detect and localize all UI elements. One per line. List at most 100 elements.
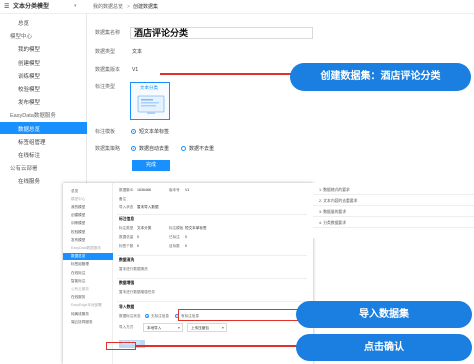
help-list-item[interactable]: 4. 分类数据要求 <box>313 218 474 228</box>
overlay-sidebar-item[interactable]: 我的模型 <box>63 203 113 210</box>
sidebar-item-label: 总览 <box>18 21 30 27</box>
help-list-item-label: 4. 分类数据要求 <box>319 221 347 225</box>
annotation-type-label: 标注类型 <box>95 84 116 90</box>
overlay-sidebar-item[interactable]: 在线服务 <box>63 294 113 301</box>
sidebar-item[interactable]: 训练模型 <box>0 69 87 81</box>
overlay-sidebar-item-label: 总览 <box>71 188 79 193</box>
callout-import-banner: 导入数据集 <box>296 301 472 328</box>
overlay-sidebar-item-label: EasyEdge本地部署 <box>71 303 102 308</box>
ann-type-label: 标注类型 <box>119 226 134 230</box>
sidebar-item-label: 数据总览 <box>18 126 41 133</box>
dataset-version-label: 数据集版本 <box>95 67 121 73</box>
import-highlight-box <box>178 309 298 321</box>
sidebar-item[interactable]: 标签组管理 <box>0 135 87 147</box>
annotation-mode-label: 数据标注状态 <box>119 314 141 318</box>
overlay-sidebar: 总览 模型中心 我的模型 创建模型 训练模型 校验模型 发布模型 EasyData数据服务 数据… <box>63 183 113 364</box>
sidebar-item[interactable]: 数据总览 <box>0 121 87 134</box>
dataset-version-value: V1 <box>132 67 139 73</box>
data-clean-title: 数据清洗 <box>119 258 135 262</box>
help-list-item[interactable]: 2. 文本内容的去重要求 <box>313 196 474 206</box>
dataset-name-label: 数据集名称 <box>95 30 121 36</box>
overlay-sidebar-item[interactable]: 校验模型 <box>63 228 113 235</box>
tags-label: 标签个数 <box>119 244 134 248</box>
overlay-sidebar-item[interactable]: 端云协同服务 <box>63 318 113 325</box>
overlay-sidebar-item[interactable]: 发布模型 <box>63 236 113 243</box>
tags-value: 0 <box>137 244 139 248</box>
overlay-sidebar-item[interactable]: 数据总览 <box>63 252 113 260</box>
overlay-sidebar-item[interactable]: 在线标注 <box>63 269 113 276</box>
overlay-sidebar-item-label: EasyData数据服务 <box>71 245 101 250</box>
overlay-sidebar-item-label: 端云协同服务 <box>71 319 93 324</box>
overlay-sidebar-item[interactable]: 纯离线服务 <box>63 310 113 317</box>
overlay-sidebar-item-label: 发布模型 <box>71 237 86 242</box>
overlay-sidebar-item-label: 数据总览 <box>71 254 86 259</box>
sidebar-item-label: 创建模型 <box>18 60 41 67</box>
annotation-template-label: 标注模板 <box>95 129 116 135</box>
callout-create-banner: 创建数据集：酒店评论分类 <box>290 63 471 91</box>
overlay-sidebar-item[interactable]: 总览 <box>63 187 113 194</box>
dataset-id-label: 数据集ID <box>119 188 134 192</box>
dedupe-off-radio[interactable] <box>181 146 186 151</box>
breadcrumb: 我的数据总览 > 创建数据集 <box>87 0 474 14</box>
ann-template-label: 标注模板 <box>169 226 184 230</box>
overlay-sidebar-item-label: 标签组管理 <box>71 262 89 267</box>
import-data-title: 导入数据 <box>119 305 135 309</box>
annotation-info-title: 标注信息 <box>119 217 135 221</box>
sidebar-item: EasyData数据服务 <box>0 108 87 120</box>
callout-confirm-banner: 点击确认 <box>296 334 472 361</box>
import-method-select[interactable]: 本地导入 ▾ <box>143 323 183 332</box>
breadcrumb-parent[interactable]: 我的数据总览 <box>93 5 123 10</box>
app-title: 文本分类模型 <box>13 4 50 10</box>
sidebar-item[interactable]: 发布模型 <box>0 95 87 107</box>
overlay-sidebar-item-label: 校验模型 <box>71 229 86 234</box>
unlabeled-radio[interactable] <box>145 314 149 318</box>
confirm-highlight-box <box>106 342 136 350</box>
callout-confirm-pointer <box>136 345 298 347</box>
dedupe-on-radio[interactable] <box>131 146 136 151</box>
dataset-name-input[interactable]: 酒店评论分类 <box>130 27 313 39</box>
overlay-sidebar-item[interactable]: 标签组管理 <box>63 261 113 268</box>
data-type-label: 数据类型 <box>95 49 116 55</box>
template-radio[interactable] <box>131 129 136 134</box>
sidebar-item: 公有云部署 <box>0 161 87 173</box>
chevron-down-icon[interactable]: ▾ <box>74 4 77 9</box>
upload-type-value: 上传压缩包 <box>191 325 209 330</box>
overlay-sidebar-item: 公有云服务 <box>63 285 113 292</box>
overlay-sidebar-item-label: 在线标注 <box>71 270 86 275</box>
divider <box>117 255 307 256</box>
divider <box>117 214 307 215</box>
submit-button[interactable]: 完成 <box>132 160 170 171</box>
menu-icon[interactable]: ☰ <box>4 4 9 10</box>
import-status-label: 导入状态 <box>119 205 134 209</box>
help-list-item-label: 2. 文本内容的去重要求 <box>319 199 358 203</box>
sidebar-item[interactable]: 创建模型 <box>0 56 87 68</box>
upload-type-select[interactable]: 上传压缩包 ▾ <box>187 323 227 332</box>
data-clean-note: 暂未进行数据清洗 <box>119 267 148 271</box>
sidebar-item[interactable]: 总览 <box>0 16 87 28</box>
version-label: 版本号 <box>169 188 180 192</box>
callout-create-pointer <box>160 73 300 75</box>
overlay-sidebar-item[interactable]: 创建模型 <box>63 212 113 219</box>
import-method-value: 本地导入 <box>147 325 162 330</box>
data-enhance-title: 数据增强 <box>119 281 135 285</box>
breadcrumb-separator: > <box>127 4 130 10</box>
data-type-value: 文本 <box>132 49 143 55</box>
total-value: 0 <box>137 235 139 239</box>
help-list-item[interactable]: 1. 数据格式的要求 <box>313 185 474 195</box>
overlay-sidebar-item: EasyEdge本地部署 <box>63 302 113 309</box>
text-classification-card[interactable]: 文本分类 <box>130 82 170 120</box>
sidebar-item[interactable]: 校验模型 <box>0 82 87 94</box>
help-list-item[interactable]: 3. 数据量的要求 <box>313 207 474 217</box>
sidebar-item[interactable]: 在线标注 <box>0 148 87 160</box>
ann-template-value: 短文本单标签 <box>185 226 207 230</box>
sidebar-item[interactable]: 我的模型 <box>0 42 87 54</box>
dataset-id-value: 1636466 <box>137 188 151 192</box>
document-illustration-icon <box>137 95 165 114</box>
overlay-sidebar-item[interactable]: 训练模型 <box>63 220 113 227</box>
dataset-detail-screenshot: 总览 模型中心 我的模型 创建模型 训练模型 校验模型 发布模型 EasyData数据服务 数据… <box>63 183 313 364</box>
overlay-sidebar-item[interactable]: 智能标注 <box>63 277 113 284</box>
overlay-sidebar-item-label: 训练模型 <box>71 221 86 226</box>
dataset-strategy-label: 数据集策略 <box>95 146 121 152</box>
sidebar-item-label: 我的模型 <box>18 47 41 54</box>
overlay-sidebar-item-label: 纯离线服务 <box>71 311 89 316</box>
